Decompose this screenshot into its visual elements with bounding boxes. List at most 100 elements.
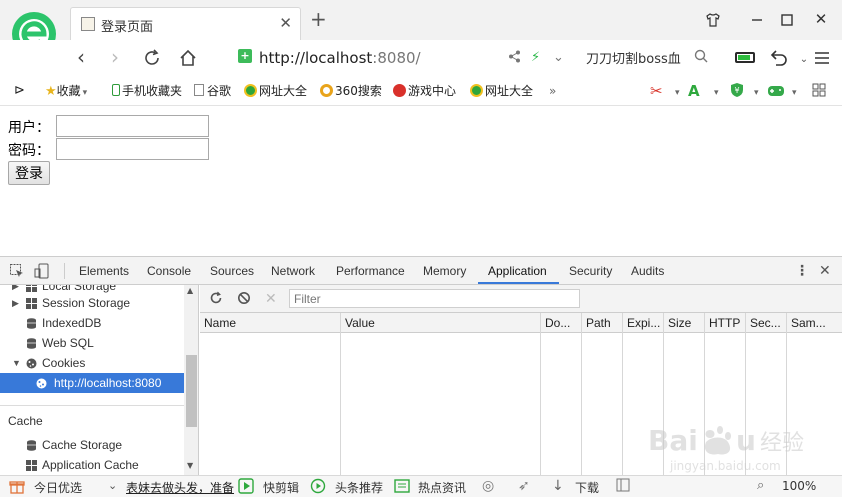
column-header-path[interactable]: Path <box>586 316 611 330</box>
close-devtools-icon[interactable]: ✕ <box>819 263 831 279</box>
quick-edit-icon[interactable] <box>238 478 254 497</box>
tab-performance[interactable]: Performance <box>336 264 405 278</box>
accelerator-icon[interactable]: ➶ <box>518 478 530 494</box>
column-header-size[interactable]: Size <box>668 316 691 330</box>
new-tab-icon[interactable]: + <box>310 9 327 29</box>
tab-memory[interactable]: Memory <box>423 264 466 278</box>
address-dropdown-icon[interactable]: ⌄ <box>553 50 564 65</box>
bookmark-game-center[interactable]: 游戏中心 <box>393 83 456 99</box>
minimize-icon[interactable] <box>746 9 768 31</box>
maximize-icon[interactable] <box>776 9 798 31</box>
speed-mode-icon[interactable]: ⚡ <box>531 50 540 65</box>
today-pick-label[interactable]: 今日优选 <box>34 479 82 496</box>
share-icon[interactable] <box>508 50 521 67</box>
browser-doctor-icon[interactable]: ◎ <box>482 478 494 494</box>
column-header-name[interactable]: Name <box>204 316 236 330</box>
login-button[interactable]: 登录 <box>8 161 50 185</box>
undo-close-icon[interactable] <box>767 46 791 70</box>
clear-all-icon[interactable] <box>237 291 251 309</box>
refresh-icon[interactable] <box>209 291 223 309</box>
column-header-value[interactable]: Value <box>345 316 375 330</box>
back-icon[interactable]: ‹ <box>69 46 93 70</box>
column-header-expires[interactable]: Expi... <box>627 316 660 330</box>
tab-network[interactable]: Network <box>271 264 315 278</box>
chevron-down-icon[interactable]: ▾ <box>714 84 719 102</box>
home-icon[interactable] <box>176 46 200 70</box>
delete-selected-icon[interactable]: ✕ <box>265 291 277 307</box>
sidebar-scrollbar[interactable]: ▲ ▼ <box>184 285 198 476</box>
search-icon[interactable] <box>694 49 708 67</box>
username-input[interactable] <box>56 115 209 137</box>
address-bar[interactable]: + http://localhost:8080/ <box>228 46 580 70</box>
battery-saver-icon[interactable] <box>735 52 755 63</box>
password-input[interactable] <box>56 138 209 160</box>
tab-security[interactable]: Security <box>569 264 612 278</box>
tab-audits[interactable]: Audits <box>631 264 664 278</box>
sidebar-item-session-storage[interactable]: ▶ Session Storage <box>0 293 184 313</box>
device-toolbar-icon[interactable] <box>34 263 50 283</box>
quick-edit-label[interactable]: 快剪辑 <box>263 479 299 496</box>
chevron-down-icon[interactable]: ▾ <box>675 84 680 102</box>
hot-news-icon[interactable] <box>394 478 410 497</box>
tab-sources[interactable]: Sources <box>210 264 254 278</box>
close-window-icon[interactable]: ✕ <box>810 9 832 31</box>
bookmark-mobile[interactable]: 手机收藏夹 <box>112 83 182 99</box>
double-chevron-icon[interactable]: ⌄ <box>108 478 117 494</box>
sidebar-toggle-icon[interactable]: ⊳ <box>14 83 25 99</box>
toolbar-divider <box>64 263 65 279</box>
tab-elements[interactable]: Elements <box>79 264 129 278</box>
bookmark-favorites[interactable]: ★收藏 ▾ <box>45 83 87 99</box>
sidebar-item-cookie-localhost[interactable]: http://localhost:8080 <box>0 373 184 393</box>
browser-tab[interactable]: 登录页面 ✕ <box>70 7 301 41</box>
forward-icon[interactable]: › <box>103 46 127 70</box>
scissors-icon[interactable]: ✂ <box>650 82 663 100</box>
tab-console[interactable]: Console <box>147 264 191 278</box>
extensions-grid-icon[interactable] <box>811 82 827 102</box>
scrollbar-thumb[interactable] <box>186 355 197 427</box>
address-url[interactable]: http://localhost:8080/ <box>259 49 421 67</box>
headlines-label[interactable]: 头条推荐 <box>335 479 383 496</box>
headlines-icon[interactable] <box>310 478 326 497</box>
download-icon[interactable]: ↓ <box>552 478 564 494</box>
sidebar-item-application-cache[interactable]: Application Cache <box>0 455 184 475</box>
bookmark-urls[interactable]: 网址大全 <box>244 83 307 99</box>
sidebar-item-cookies[interactable]: ▼ Cookies <box>0 353 184 373</box>
shopping-icon[interactable]: ¥ <box>729 82 745 102</box>
scroll-up-icon[interactable]: ▲ <box>187 286 193 295</box>
chevron-down-icon[interactable]: ▾ <box>792 84 797 102</box>
hot-news-label[interactable]: 热点资讯 <box>418 479 466 496</box>
filter-input[interactable] <box>289 289 580 308</box>
chevron-down-icon[interactable]: ▾ <box>754 84 759 102</box>
more-bookmarks-icon[interactable]: » <box>549 83 556 99</box>
column-header-domain[interactable]: Do... <box>545 316 570 330</box>
scroll-down-icon[interactable]: ▼ <box>187 461 193 470</box>
reload-icon[interactable] <box>140 46 164 70</box>
zoom-level[interactable]: 100% <box>782 479 816 493</box>
column-header-http[interactable]: HTTP <box>709 316 740 330</box>
cache-section-header: Cache <box>8 414 43 428</box>
bookmark-google[interactable]: 谷歌 <box>194 83 231 99</box>
gamepad-icon[interactable] <box>767 82 785 102</box>
menu-icon[interactable] <box>810 46 834 70</box>
bookmark-urls-2[interactable]: 网址大全 <box>470 83 533 99</box>
panel-icon[interactable] <box>616 478 630 496</box>
news-ticker-link[interactable]: 表妹去做头发，准备 <box>126 479 234 496</box>
expand-arrow-icon[interactable]: ▶ <box>12 293 19 313</box>
download-label[interactable]: 下载 <box>575 479 599 496</box>
sidebar-item-web-sql[interactable]: Web SQL <box>0 333 184 353</box>
close-tab-icon[interactable]: ✕ <box>279 14 292 32</box>
inspect-element-icon[interactable] <box>9 263 25 283</box>
bookmark-360search[interactable]: 360搜索 <box>320 83 382 99</box>
column-header-secure[interactable]: Sec... <box>750 316 781 330</box>
sidebar-item-cache-storage[interactable]: Cache Storage <box>0 435 184 455</box>
column-header-samesite[interactable]: Sam... <box>791 316 826 330</box>
more-options-icon[interactable]: ⋮ <box>795 263 809 279</box>
sidebar-item-indexeddb[interactable]: IndexedDB <box>0 313 184 333</box>
security-shield-icon[interactable]: + <box>238 49 252 63</box>
collapse-arrow-icon[interactable]: ▼ <box>12 353 21 373</box>
translate-icon[interactable]: A <box>688 82 700 100</box>
page-favicon-icon <box>81 17 95 31</box>
tab-application[interactable]: Application <box>488 264 547 278</box>
skin-icon[interactable] <box>702 9 724 31</box>
zoom-icon[interactable]: ⌕ <box>757 478 764 494</box>
